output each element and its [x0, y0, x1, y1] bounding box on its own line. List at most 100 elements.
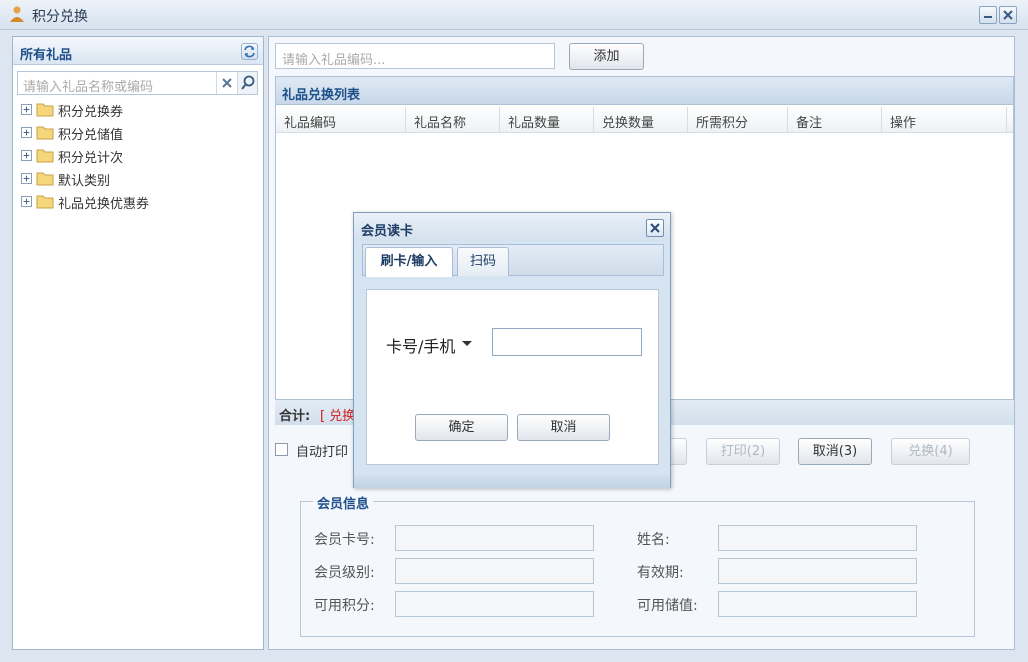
member-level-row: 会员级别:: [314, 558, 596, 584]
summary-value: [ 兑换: [320, 409, 356, 424]
folder-icon: [36, 172, 54, 186]
expand-icon[interactable]: [21, 104, 32, 115]
tree-item-label: 积分兑计次: [58, 151, 124, 166]
dialog-title: 会员读卡: [361, 224, 414, 239]
gift-category-tree: 积分兑换券 积分兑储值 积分兑计次 默认类别 礼品兑换优惠券: [19, 99, 249, 214]
dialog-footer: [354, 475, 670, 488]
member-card-row: 会员卡号:: [314, 525, 596, 551]
grid-header: 礼品编码 礼品名称 礼品数量 兑换数量 所需积分 备注 操作: [276, 107, 1013, 133]
member-points-field: [395, 591, 594, 617]
folder-icon: [36, 103, 54, 117]
column-header[interactable]: 操作: [882, 107, 1007, 133]
column-header[interactable]: 兑换数量: [594, 107, 688, 133]
column-header[interactable]: 所需积分: [688, 107, 788, 133]
column-header-label: 礼品名称: [414, 116, 467, 131]
refresh-icon: [244, 45, 255, 58]
column-header-label: 兑换数量: [602, 116, 655, 131]
dialog-tabs: 刷卡/输入 扫码: [362, 244, 664, 277]
minimize-icon: [984, 16, 992, 18]
expand-icon[interactable]: [21, 150, 32, 161]
tree-item-label: 礼品兑换优惠券: [58, 197, 150, 212]
column-header-label: 礼品数量: [508, 116, 561, 131]
dialog-titlebar: 会员读卡: [354, 213, 670, 241]
member-level-label: 会员级别:: [314, 565, 375, 581]
dialog-body: 卡号/手机 确定 取消: [366, 289, 659, 465]
print-button[interactable]: 打印(2): [706, 438, 780, 465]
close-icon: [1003, 10, 1013, 20]
minimize-button[interactable]: [979, 6, 997, 24]
member-card-label: 会员卡号:: [314, 532, 375, 548]
column-header[interactable]: 礼品数量: [500, 107, 594, 133]
member-balance-label: 可用储值:: [637, 598, 698, 614]
column-header-label: 操作: [890, 116, 917, 131]
auto-print-checkbox[interactable]: [275, 443, 288, 456]
gift-code-input[interactable]: 请输入礼品编码...: [275, 43, 555, 69]
close-icon: [650, 223, 660, 233]
expand-icon[interactable]: [21, 173, 32, 184]
column-header-label: 所需积分: [696, 116, 749, 131]
member-expiry-label: 有效期:: [637, 565, 684, 581]
tree-item-label: 默认类别: [58, 174, 111, 189]
card-type-selector[interactable]: 卡号/手机: [386, 333, 455, 357]
expand-icon[interactable]: [21, 127, 32, 138]
grid-title-bar: 礼品兑换列表: [276, 77, 1013, 105]
clear-icon: [222, 78, 232, 88]
refresh-button[interactable]: [241, 43, 258, 60]
tree-item[interactable]: 积分兑换券: [19, 99, 249, 122]
window-title: 积分兑换: [32, 9, 88, 25]
tree-item[interactable]: 积分兑计次: [19, 145, 249, 168]
folder-icon: [36, 195, 54, 209]
folder-icon: [36, 149, 54, 163]
member-expiry-field: [718, 558, 917, 584]
summary-label: 合计:: [279, 409, 311, 424]
member-info-fieldset: 会员信息 会员卡号: 会员级别: 可用积分: 姓名: 有效期: 可用储值:: [300, 493, 975, 637]
tree-item[interactable]: 默认类别: [19, 168, 249, 191]
grid-title: 礼品兑换列表: [282, 88, 361, 103]
tab-swipe-input[interactable]: 刷卡/输入: [365, 247, 453, 277]
column-header[interactable]: 备注: [788, 107, 882, 133]
member-balance-field: [718, 591, 917, 617]
tree-item[interactable]: 礼品兑换优惠券: [19, 191, 249, 214]
gift-panel-header: 所有礼品: [13, 37, 263, 65]
caret-down-icon[interactable]: [462, 341, 472, 346]
auto-print-label: 自动打印: [296, 445, 349, 460]
tab-scan[interactable]: 扫码: [457, 247, 509, 276]
member-name-label: 姓名:: [637, 532, 670, 548]
expand-icon[interactable]: [21, 196, 32, 207]
column-header[interactable]: 礼品编码: [276, 107, 406, 133]
member-name-row: 姓名:: [637, 525, 919, 551]
cancel-exchange-button[interactable]: 取消(3): [798, 438, 872, 465]
member-name-field: [718, 525, 917, 551]
clear-search-button[interactable]: [216, 72, 236, 94]
window-close-button[interactable]: [999, 6, 1017, 24]
folder-icon: [36, 126, 54, 140]
confirm-button[interactable]: 确定: [415, 414, 508, 441]
cancel-button[interactable]: 取消: [517, 414, 610, 441]
add-button[interactable]: 添加: [569, 43, 644, 70]
member-card-field: [395, 525, 594, 551]
search-icon: [241, 75, 255, 90]
member-points-label: 可用积分:: [314, 598, 375, 614]
tree-item[interactable]: 积分兑储值: [19, 122, 249, 145]
member-info-legend: 会员信息: [313, 493, 374, 512]
member-balance-row: 可用储值:: [637, 591, 919, 617]
member-icon: [10, 6, 24, 22]
search-button[interactable]: [237, 72, 257, 94]
gift-category-panel: 所有礼品 请输入礼品名称或编码 积分兑换券 积分兑储值 积分兑计次 默认类别 礼…: [12, 36, 264, 650]
column-header[interactable]: 礼品名称: [406, 107, 500, 133]
window-titlebar: 积分兑换: [0, 0, 1028, 30]
member-read-card-dialog: 会员读卡 刷卡/输入 扫码 卡号/手机 确定 取消: [353, 212, 671, 488]
member-level-field: [395, 558, 594, 584]
tree-item-label: 积分兑换券: [58, 105, 124, 120]
gift-search-input[interactable]: 请输入礼品名称或编码: [17, 71, 258, 95]
card-number-input[interactable]: [492, 328, 642, 356]
exchange-button[interactable]: 兑换(4): [891, 438, 970, 465]
member-expiry-row: 有效期:: [637, 558, 919, 584]
dialog-close-button[interactable]: [646, 219, 664, 237]
column-header-label: 备注: [796, 116, 823, 131]
tree-item-label: 积分兑储值: [58, 128, 124, 143]
column-header-label: 礼品编码: [284, 116, 337, 131]
gift-code-placeholder: 请输入礼品编码...: [282, 53, 386, 68]
gift-search-placeholder: 请输入礼品名称或编码: [23, 80, 154, 95]
gift-panel-title: 所有礼品: [20, 48, 73, 63]
